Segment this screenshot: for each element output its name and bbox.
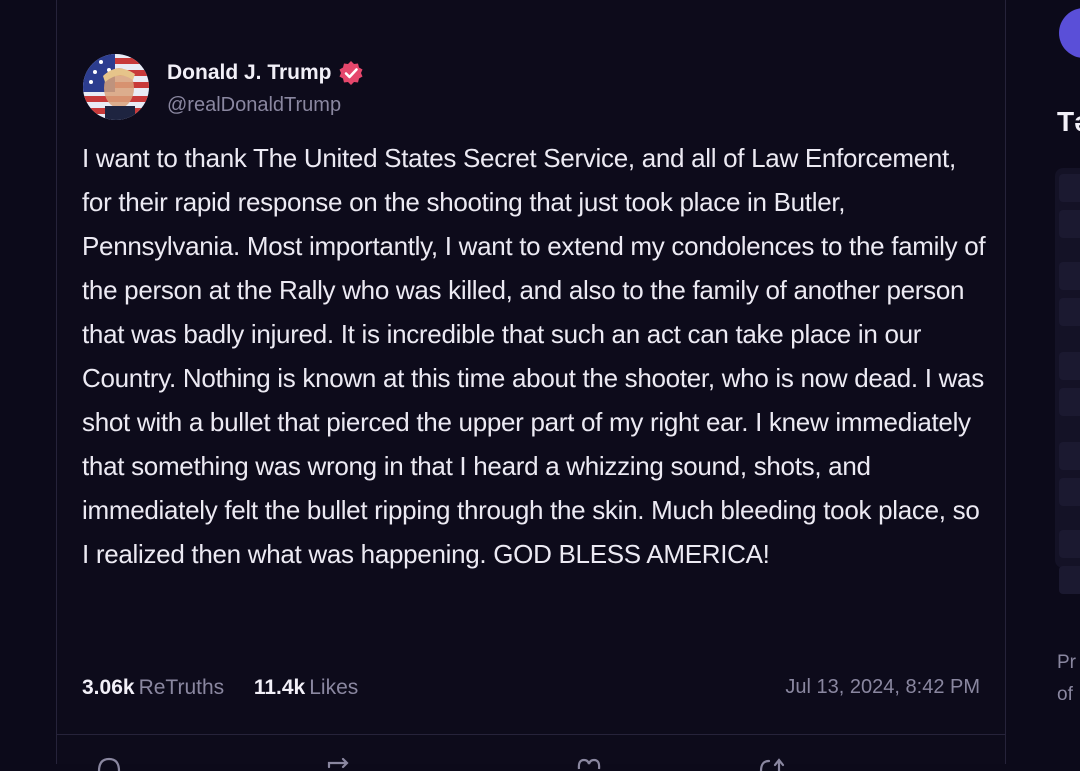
sidebar-skeleton-row [1059,298,1080,326]
avatar-image [83,54,149,120]
truth-post: Donald J. Trump @realDonaldTrump I want … [56,0,1006,771]
sidebar-skeleton-row [1059,442,1080,470]
author-handle[interactable]: @realDonaldTrump [167,94,341,117]
right-sidebar: Tǝ Pr of [1007,0,1080,764]
sidebar-heading: Tǝ [1057,106,1080,137]
verified-badge-icon [338,60,364,86]
post-body-text: I want to thank The United States Secret… [82,143,986,569]
sidebar-action-button[interactable] [1059,8,1080,58]
sidebar-skeleton-row [1059,530,1080,558]
sidebar-skeleton-row [1059,174,1080,202]
sidebar-skeleton-row [1059,388,1080,416]
sidebar-skeleton-row [1059,210,1080,238]
author-avatar[interactable] [83,54,149,120]
post-action-bar [57,735,1005,771]
likes-label: Likes [309,676,359,699]
likes-stat[interactable]: 11.4k Likes [254,676,358,699]
author-display-name[interactable]: Donald J. Trump [167,61,332,85]
retruths-label: ReTruths [138,676,225,699]
sidebar-skeleton-row [1059,352,1080,380]
retruths-count: 3.06k [82,676,135,699]
reply-icon[interactable] [95,757,123,771]
author-name-row: Donald J. Trump [167,60,364,86]
like-icon[interactable] [575,757,603,771]
sidebar-skeleton-row [1059,478,1080,506]
share-icon[interactable] [757,757,785,771]
sidebar-skeleton-row [1059,262,1080,290]
retruth-icon[interactable] [325,757,353,771]
sidebar-footer-line: Pr [1057,652,1076,673]
left-gutter [0,0,56,764]
post-timestamp[interactable]: Jul 13, 2024, 8:42 PM [785,676,980,699]
retruths-stat[interactable]: 3.06k ReTruths [82,676,230,699]
likes-count: 11.4k [253,676,306,699]
sidebar-footer-line: of [1057,684,1073,705]
sidebar-skeleton-row [1059,566,1080,594]
